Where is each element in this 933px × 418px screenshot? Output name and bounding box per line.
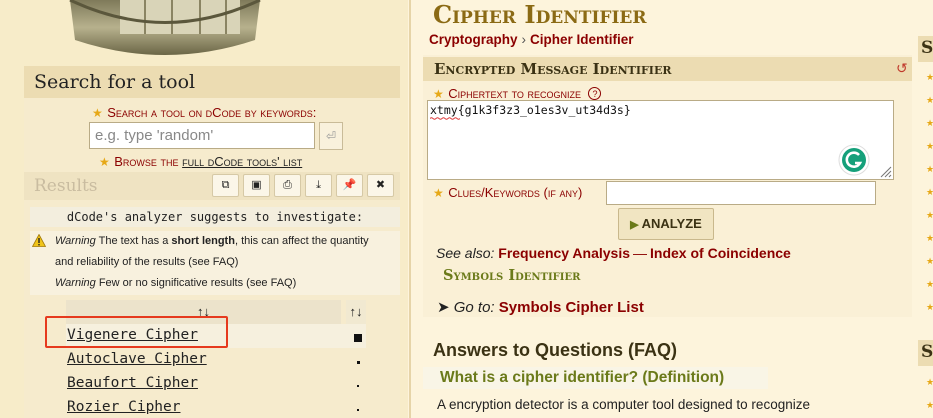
warning-line-2: and reliability of the results (see FAQ): [55, 256, 239, 268]
download-icon[interactable]: ⤓: [305, 174, 332, 197]
tool-panel-header: Encrypted Message Identifier ↺: [423, 57, 912, 81]
star-icon: ★: [433, 87, 444, 101]
warning-text-a: The text has a: [95, 235, 172, 247]
right-panel-title-2: S: [921, 342, 933, 362]
score-bar: [357, 385, 359, 387]
see-also-line: See also: Frequency Analysis — Index of Co…: [436, 245, 791, 261]
clues-label-text: Clues/Keywords (if any): [448, 185, 583, 200]
star-icon: ★: [926, 72, 933, 82]
copy-icon[interactable]: ⧉: [212, 174, 239, 197]
help-icon[interactable]: ?: [588, 87, 602, 101]
score-bar: [356, 360, 360, 364]
clues-input[interactable]: [606, 181, 876, 205]
star-icon: ★: [926, 377, 933, 387]
link-index-of-coincidence[interactable]: Index of Coincidence: [650, 245, 791, 261]
star-icon: ★: [926, 95, 933, 105]
star-icon: ★: [926, 256, 933, 266]
close-icon[interactable]: ✖: [367, 174, 394, 197]
search-keywords-text: Search a tool on dCode by keywords:: [107, 105, 317, 120]
analyzer-suggestion: dCode's analyzer suggests to investigate…: [30, 207, 400, 227]
cipher-result-link[interactable]: Autoclave Cipher: [67, 351, 207, 367]
search-title: Search for a tool: [24, 66, 400, 98]
star-icon: ★: [926, 141, 933, 151]
breadcrumb-item-cryptography[interactable]: Cryptography: [429, 32, 518, 47]
warning-text-b: , this can affect the quantity: [234, 235, 369, 247]
browse-tools-line: ★ Browse the full dCode tools' list: [99, 153, 399, 169]
right-panel-title-1: S: [921, 38, 933, 58]
breadcrumb-item-cipher-identifier[interactable]: Cipher Identifier: [530, 32, 634, 47]
warning-label: Warning: [55, 235, 96, 247]
warning-label: Warning: [55, 277, 96, 289]
see-also-separator: —: [633, 245, 648, 261]
grammarly-icon[interactable]: [838, 144, 870, 176]
star-icon: ★: [926, 164, 933, 174]
search-keywords-label: ★ Search a tool on dCode by keywords:: [92, 104, 392, 120]
tool-panel-title: Encrypted Message Identifier: [434, 60, 672, 78]
sort-header-score[interactable]: ↑↓: [346, 300, 366, 324]
breadcrumb-separator: ›: [521, 32, 527, 47]
dcode-cryptex-logo[interactable]: [60, 0, 270, 62]
symbols-identifier-title[interactable]: Symbols Identifier: [443, 267, 580, 284]
browse-prefix: Browse the: [114, 154, 183, 169]
faq-title: Answers to Questions (FAQ): [433, 340, 678, 360]
star-icon: ★: [92, 106, 103, 120]
cipher-result-link[interactable]: Beaufort Cipher: [67, 375, 198, 391]
warning-bold: short length: [171, 235, 235, 247]
link-frequency-analysis[interactable]: Frequency Analysis: [498, 245, 630, 261]
warnings-box: Warning The text has a short length, thi…: [30, 231, 400, 295]
faq-answer: A encryption detector is a computer tool…: [437, 397, 810, 412]
resize-grip-icon[interactable]: [878, 164, 892, 178]
warning-line-1: Warning The text has a short length, thi…: [55, 231, 369, 252]
star-icon: ★: [926, 400, 933, 410]
star-icon: ★: [433, 186, 444, 200]
save-icon[interactable]: ▣: [243, 174, 270, 197]
search-input[interactable]: [89, 122, 315, 149]
warning-line-3: Warning Few or no significative results …: [55, 273, 296, 294]
faq-question[interactable]: What is a cipher identifier? (Definition…: [440, 369, 724, 387]
see-also-label: See also:: [436, 245, 495, 261]
star-icon: ★: [926, 187, 933, 197]
star-icon: ★: [926, 302, 933, 312]
reload-icon[interactable]: ↺: [896, 60, 910, 76]
ciphertext-label-text: Ciphertext to recognize: [448, 86, 582, 101]
star-icon: ★: [99, 155, 110, 169]
browse-tools-link[interactable]: full dCode tools' list: [182, 154, 302, 169]
arrow-icon: ➤: [437, 299, 450, 316]
analyze-label: ANALYZE: [641, 216, 702, 231]
print-icon[interactable]: ⎙: [274, 174, 301, 197]
goto-line: ➤ Go to: Symbols Cipher List: [437, 298, 644, 316]
link-symbols-cipher-list[interactable]: Symbols Cipher List: [499, 299, 644, 316]
table-row[interactable]: Rozier Cipher: [66, 396, 366, 418]
score-bar: [357, 409, 359, 411]
play-icon: ▶: [630, 219, 639, 231]
table-row[interactable]: Beaufort Cipher: [66, 372, 366, 396]
page-title: Cipher Identifier: [433, 0, 647, 29]
score-bar: [354, 334, 362, 342]
warning-text: Few or no significative results (see FAQ…: [95, 277, 297, 289]
goto-label: Go to:: [453, 299, 495, 316]
ciphertext-input[interactable]: [427, 100, 894, 180]
clues-label: ★ Clues/Keywords (if any): [433, 184, 582, 202]
search-submit-icon[interactable]: ⏎: [319, 122, 343, 150]
highlight-annotation: [45, 316, 228, 348]
column-divider: [409, 0, 411, 418]
star-icon: ★: [926, 118, 933, 128]
analyze-button[interactable]: ▶ ANALYZE: [618, 208, 714, 240]
cipher-result-link[interactable]: Rozier Cipher: [67, 399, 181, 415]
breadcrumb: Cryptography › Cipher Identifier: [429, 32, 634, 47]
star-icon: ★: [926, 233, 933, 243]
results-title: Results: [34, 176, 98, 196]
star-icon: ★: [926, 210, 933, 220]
table-row[interactable]: Autoclave Cipher: [66, 348, 366, 372]
pin-icon[interactable]: 📌: [336, 174, 363, 197]
warning-icon: [32, 234, 46, 247]
results-header: Results ⧉ ▣ ⎙ ⤓ 📌 ✖: [24, 172, 400, 200]
spellcheck-underline: [430, 117, 460, 120]
star-icon: ★: [926, 279, 933, 289]
